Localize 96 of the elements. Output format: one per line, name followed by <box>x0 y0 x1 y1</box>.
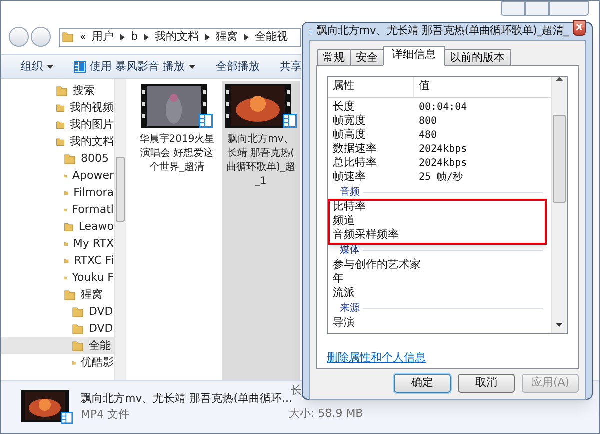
folder-icon <box>72 322 84 335</box>
nav-item[interactable]: 8005 <box>1 150 114 168</box>
toolbar-button[interactable]: 使用 暴风影音 播放 <box>74 58 196 76</box>
folder-icon <box>56 102 65 114</box>
back-button[interactable] <box>9 27 29 48</box>
property-name: 总比特率 <box>332 155 378 170</box>
folder-icon <box>56 118 65 131</box>
forward-button[interactable] <box>31 27 51 48</box>
folder-icon <box>72 306 84 318</box>
close-button[interactable] <box>549 1 589 16</box>
file-name: 飘向北方mv、尤长靖 那吾克热(单曲循环... <box>81 392 293 408</box>
nav-item[interactable]: My RTX <box>1 235 114 252</box>
maximize-button[interactable] <box>525 1 549 16</box>
property-value: 800 <box>418 115 438 129</box>
property-value: 2024kbps <box>418 157 468 171</box>
column-header[interactable]: 属性 <box>328 76 414 96</box>
property-name: 长度 <box>332 99 356 114</box>
folder-icon <box>56 136 65 148</box>
group-heading: 来源 <box>340 302 360 316</box>
breadcrumb[interactable]: 全能视 <box>255 29 288 46</box>
property-name: 比特率 <box>332 199 367 215</box>
nav-item[interactable]: 优酷影 <box>1 354 114 372</box>
property-value: 00:04:04 <box>418 101 468 115</box>
video-badge-icon <box>283 114 297 128</box>
property-name: 参与创作的艺术家 <box>332 257 421 273</box>
property-name: 年 <box>332 271 345 286</box>
folder-icon <box>64 220 74 233</box>
nav-item[interactable]: Apower <box>1 167 114 184</box>
property-value: 2024kbps <box>418 143 468 157</box>
nav-item[interactable]: DVD <box>1 320 114 338</box>
video-badge-icon <box>61 412 73 424</box>
nav-item[interactable]: Leawo <box>1 218 114 236</box>
dialog-title: 飘向北方mv、尤长靖 那吾克热(单曲循环歌单)_超清_ <box>316 23 569 39</box>
property-name: 频道 <box>332 213 356 228</box>
breadcrumb-arrow-icon <box>120 34 126 41</box>
dialog-button[interactable]: 取消 <box>458 374 515 393</box>
folder-icon <box>56 84 68 97</box>
nav-item[interactable]: Filmora <box>1 184 114 202</box>
property-value: 480 <box>418 129 438 143</box>
property-name: 数据速率 <box>332 141 378 156</box>
file-item[interactable]: 华晨宇2019火星 演唱会 好想爱这 个世界_超清 <box>138 81 216 380</box>
dialog-button[interactable]: 确定 <box>394 374 451 393</box>
nav-item[interactable]: Formatl <box>1 201 114 218</box>
breadcrumb[interactable]: 我的文档 <box>155 29 200 46</box>
folder-icon <box>64 288 76 301</box>
group-heading: 媒体 <box>340 244 360 258</box>
nav-item[interactable]: DVD <box>1 303 114 320</box>
property-name: 帧速率 <box>332 169 367 186</box>
scroll-down-icon <box>556 322 563 326</box>
overflow-chevron[interactable]: « <box>80 30 86 45</box>
toolbar-button[interactable]: 全部播放 <box>216 58 260 76</box>
video-badge-icon <box>199 114 213 128</box>
tab[interactable]: 安全 <box>350 48 384 66</box>
file-item[interactable]: 飘向北方mv、 长靖 那吾克热( 曲循环歌单)_超 _1 <box>222 81 300 380</box>
folder-icon <box>64 152 76 165</box>
caret-icon <box>189 64 196 69</box>
property-name: 导演 <box>332 315 356 332</box>
file-type: MP4 文件 <box>81 407 131 424</box>
minimize-button[interactable] <box>501 1 525 16</box>
nav-item[interactable]: 我的图片 <box>1 116 114 134</box>
folder-icon <box>72 340 84 352</box>
breadcrumb[interactable]: 猩窝 <box>216 29 238 46</box>
nav-item[interactable]: RTXC Fi <box>1 252 114 270</box>
breadcrumb[interactable]: b <box>131 29 138 46</box>
file-size: 大小: 58.9 MB <box>289 406 364 422</box>
property-name: 帧宽度 <box>332 113 367 128</box>
breadcrumb-arrow-icon <box>144 34 150 41</box>
tab[interactable]: 以前的版本 <box>444 48 511 66</box>
toolbar-button[interactable]: 组织 <box>21 58 54 76</box>
property-value: 25 帧/秒 <box>418 170 464 185</box>
breadcrumb-arrow-icon <box>205 34 210 41</box>
breadcrumb-arrow-icon <box>244 34 250 41</box>
tab[interactable]: 常规 <box>317 48 351 66</box>
nav-item[interactable]: 我的视频 <box>1 99 114 116</box>
nav-item[interactable]: Youku F <box>1 269 114 286</box>
media-icon <box>74 60 86 73</box>
folder-icon <box>62 31 74 44</box>
tab[interactable]: 详细信息 <box>383 46 445 66</box>
remove-properties-link[interactable]: 删除属性和个人信息 <box>327 350 426 364</box>
nav-item[interactable]: 猩窝 <box>1 286 114 304</box>
breadcrumb[interactable]: 用户 <box>92 29 114 46</box>
toolbar-button[interactable]: 共享 <box>280 58 302 76</box>
file-name[interactable]: 飘向北方mv、 长靖 那吾克热( 曲循环歌单)_超 _1 <box>226 133 296 190</box>
property-name: 帧高度 <box>332 127 366 143</box>
address-bar[interactable]: « 用户 b 我的文档 猩窝 全能视 <box>59 28 301 47</box>
file-name[interactable]: 华晨宇2019火星 演唱会 好想爱这 个世界_超清 <box>139 133 215 176</box>
detail-label: 长 <box>291 383 302 400</box>
property-name: 流派 <box>332 285 356 302</box>
nav-item[interactable]: 全能 <box>1 337 114 354</box>
group-heading: 音频 <box>340 186 360 200</box>
property-name: 音频采样频率 <box>332 227 400 244</box>
caret-icon <box>47 64 54 69</box>
nav-item[interactable]: 我的文档 <box>1 133 114 150</box>
nav-item[interactable]: 搜索 <box>1 82 114 100</box>
column-header[interactable]: 值 <box>414 76 551 96</box>
scroll-up-icon <box>556 76 563 80</box>
